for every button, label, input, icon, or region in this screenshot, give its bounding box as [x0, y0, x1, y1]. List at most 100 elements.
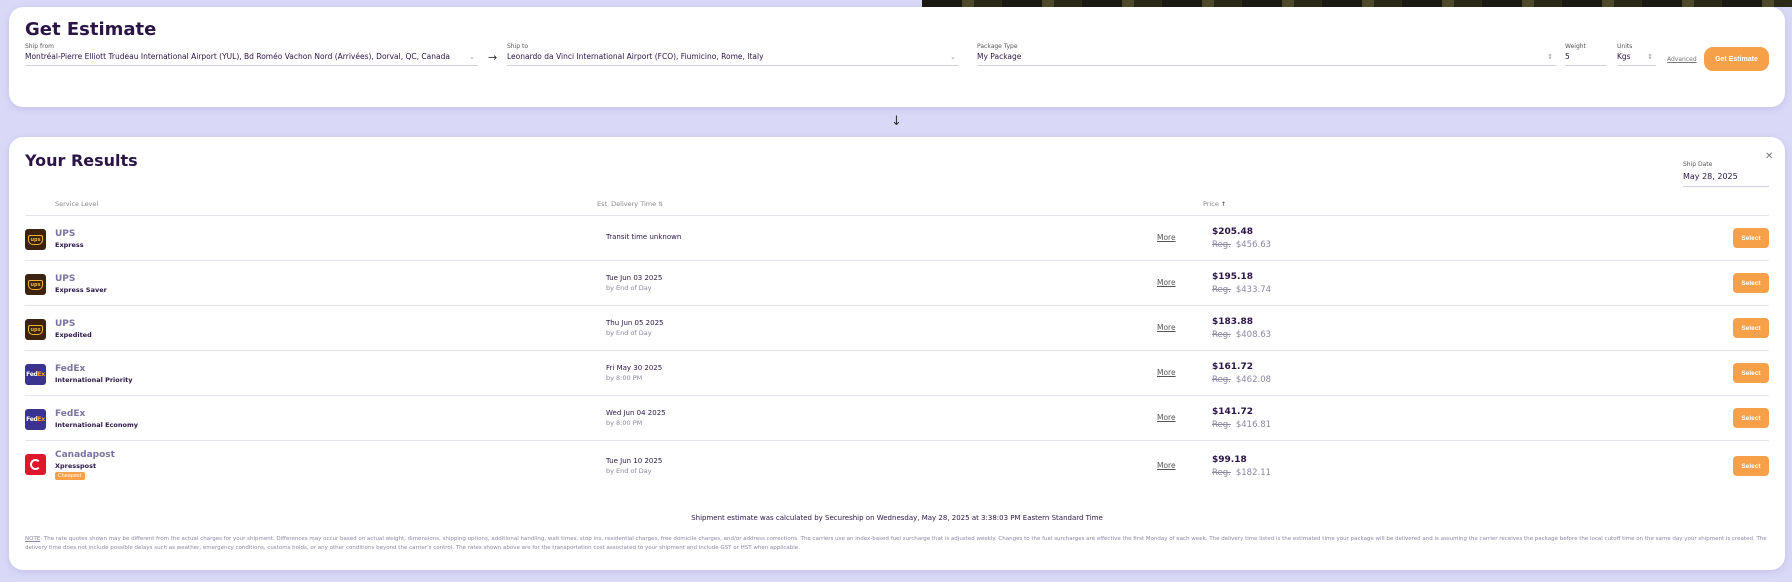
regular-price: Reg. $182.11 [1212, 468, 1271, 478]
weight-value[interactable]: 5 [1565, 52, 1570, 61]
delivery-time: Thu Jun 05 2025 [606, 319, 664, 327]
regular-price-label: Reg. [1212, 420, 1231, 430]
carrier-name: Canadapost [55, 450, 115, 460]
column-header-delivery[interactable]: Est. Delivery Time ⇅ [597, 200, 663, 208]
column-header-price-label: Price [1203, 200, 1219, 208]
page-title: Get Estimate [25, 19, 157, 40]
result-row: ups UPS Express Saver Tue Jun 03 2025 by… [25, 260, 1769, 305]
regular-price-label: Reg. [1212, 375, 1231, 385]
carrier-name: FedEx [55, 364, 86, 374]
delivery-time-detail: by End of Day [606, 329, 652, 337]
results-card: Your Results ✕ Ship Date May 28, 2025 Se… [9, 137, 1785, 570]
more-link[interactable]: More [1157, 278, 1176, 287]
ship-date-value[interactable]: May 28, 2025 [1683, 172, 1769, 181]
advanced-link[interactable]: Advanced [1667, 56, 1697, 63]
ship-from-field[interactable]: Ship from Montréal-Pierre Elliott Trudea… [25, 43, 478, 66]
header-background-image [922, 0, 1792, 7]
package-type-label: Package Type [977, 43, 1018, 50]
regular-price-label: Reg. [1212, 330, 1231, 340]
regular-price-label: Reg. [1212, 285, 1231, 295]
more-link[interactable]: More [1157, 461, 1176, 470]
ship-from-value[interactable]: Montréal-Pierre Elliott Trudeau Internat… [25, 52, 450, 61]
column-header-delivery-label: Est. Delivery Time [597, 200, 657, 208]
delivery-time-detail: by 8:00 PM [606, 419, 643, 427]
ship-to-value[interactable]: Leonardo da Vinci International Airport … [507, 52, 764, 61]
package-type-select[interactable]: Package Type My Package ⇕ [977, 43, 1556, 66]
calculation-note: Shipment estimate was calculated by Secu… [691, 514, 1103, 522]
service-name: Expedited [55, 331, 92, 339]
estimate-form-card: Get Estimate Ship from Montréal-Pierre E… [9, 7, 1785, 107]
regular-price-value: $416.81 [1235, 420, 1272, 430]
more-link[interactable]: More [1157, 323, 1176, 332]
regular-price: Reg. $408.63 [1212, 330, 1271, 340]
service-name: International Economy [55, 421, 138, 429]
updown-chevron-icon[interactable]: ⇕ [1547, 53, 1553, 61]
delivery-time: Tue Jun 10 2025 [606, 457, 663, 465]
ups-logo-icon: ups [25, 229, 46, 250]
select-button[interactable]: Select [1733, 228, 1769, 248]
price: $183.88 [1212, 317, 1253, 327]
column-header-service-label: Service Level [55, 200, 99, 208]
sort-icon[interactable]: ⇅ [658, 201, 663, 208]
delivery-time: Fri May 30 2025 [606, 364, 663, 372]
result-row: ups UPS Expedited Thu Jun 05 2025 by End… [25, 305, 1769, 350]
more-link[interactable]: More [1157, 413, 1176, 422]
package-type-value[interactable]: My Package [977, 52, 1021, 61]
carrier-name: FedEx [55, 409, 86, 419]
ship-to-label: Ship to [507, 43, 529, 50]
cheapest-badge: Cheapest [55, 472, 85, 480]
regular-price: Reg. $433.74 [1212, 285, 1271, 295]
more-link[interactable]: More [1157, 233, 1176, 242]
get-estimate-button[interactable]: Get Estimate [1704, 47, 1769, 71]
delivery-time: Transit time unknown [606, 233, 682, 241]
chevron-down-icon[interactable]: ⌄ [469, 53, 475, 61]
fedex-logo-icon: Fed Ex [25, 409, 46, 430]
updown-chevron-icon[interactable]: ⇕ [1647, 53, 1653, 61]
delivery-time-detail: by End of Day [606, 284, 652, 292]
sort-ascending-icon[interactable]: ↑ [1221, 201, 1226, 208]
carrier-name: UPS [55, 319, 76, 329]
units-label: Units [1617, 43, 1633, 50]
regular-price: Reg. $462.08 [1212, 375, 1271, 385]
note-label: NOTE [25, 536, 41, 542]
weight-label: Weight [1565, 43, 1586, 50]
chevron-down-icon[interactable]: ⌄ [950, 53, 956, 61]
result-row: Canadapost Xpresspost Cheapest Tue Jun 1… [25, 440, 1769, 488]
ups-logo-icon: ups [25, 319, 46, 340]
select-button[interactable]: Select [1733, 273, 1769, 293]
select-button[interactable]: Select [1733, 363, 1769, 383]
disclaimer-note: NOTE: The rate quotes shown may be diffe… [25, 535, 1769, 553]
note-text: : The rate quotes shown may be different… [25, 536, 1767, 551]
column-header-price[interactable]: Price ↑ [1203, 200, 1226, 208]
result-row: Fed Ex FedEx International Priority Fri M… [25, 350, 1769, 395]
delivery-time-detail: by 8:00 PM [606, 374, 643, 382]
select-button[interactable]: Select [1733, 318, 1769, 338]
ups-logo-icon: ups [25, 274, 46, 295]
more-link[interactable]: More [1157, 368, 1176, 377]
service-name: Xpresspost [55, 462, 97, 470]
price: $161.72 [1212, 362, 1253, 372]
canadapost-logo-icon [25, 454, 46, 475]
results-title: Your Results [25, 151, 138, 170]
price: $195.18 [1212, 272, 1253, 282]
ship-from-label: Ship from [25, 43, 54, 50]
units-select[interactable]: Units Kgs ⇕ [1617, 43, 1656, 66]
select-button[interactable]: Select [1733, 408, 1769, 428]
select-button[interactable]: Select [1733, 456, 1769, 476]
delivery-time-detail: by End of Day [606, 467, 652, 475]
arrow-down-icon: ↓ [891, 114, 902, 129]
regular-price: Reg. $456.63 [1212, 240, 1271, 250]
weight-field[interactable]: Weight 5 [1565, 43, 1607, 66]
ship-to-field[interactable]: Ship to Leonardo da Vinci International … [507, 43, 959, 66]
regular-price-label: Reg. [1212, 468, 1231, 478]
carrier-name: UPS [55, 274, 76, 284]
ship-date-field[interactable]: Ship Date May 28, 2025 [1683, 161, 1769, 187]
regular-price: Reg. $416.81 [1212, 420, 1271, 430]
regular-price-value: $456.63 [1235, 240, 1272, 250]
delivery-time: Tue Jun 03 2025 [606, 274, 663, 282]
arrow-right-icon: → [488, 51, 498, 64]
price: $205.48 [1212, 227, 1253, 237]
units-value[interactable]: Kgs [1617, 52, 1631, 61]
regular-price-value: $433.74 [1235, 285, 1272, 295]
column-header-service: Service Level [55, 200, 98, 208]
